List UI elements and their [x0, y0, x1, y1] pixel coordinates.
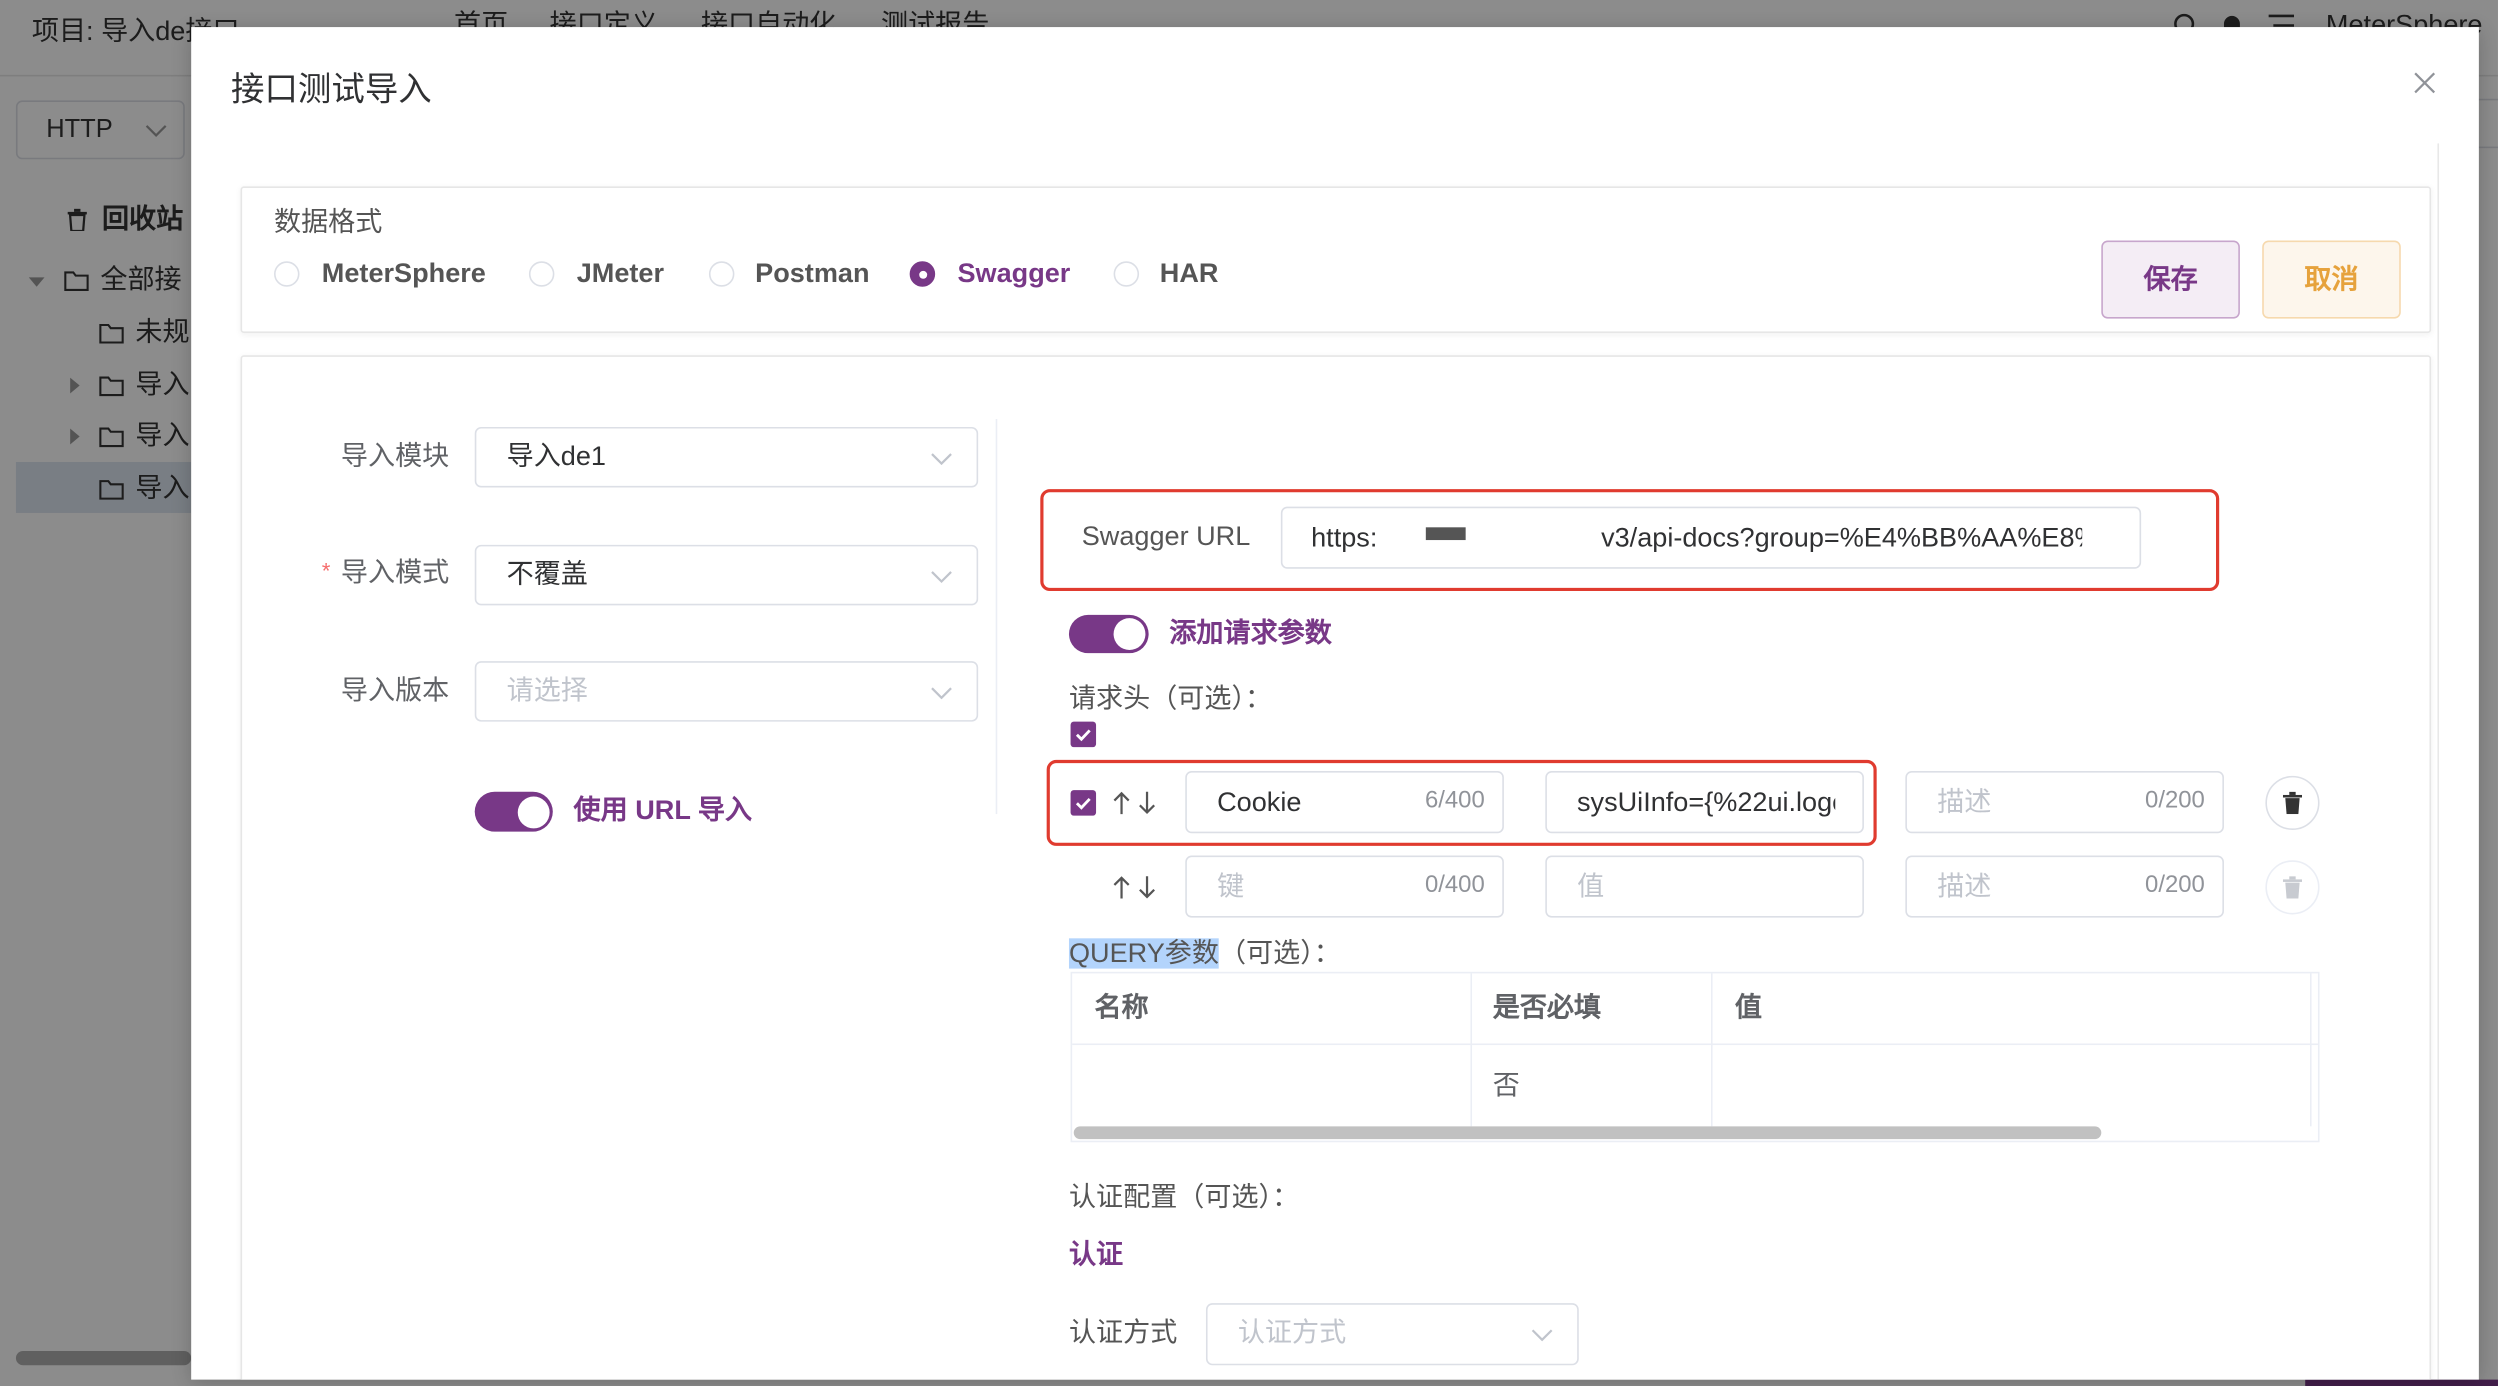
- toggle-knob: [1113, 618, 1146, 650]
- column-border: [2309, 973, 2312, 1127]
- version-select[interactable]: 请选择: [474, 661, 979, 722]
- check-icon: [1075, 797, 1091, 810]
- column-header-value: 值: [1734, 992, 1762, 1023]
- header-key-field-new[interactable]: 0/400: [1185, 855, 1504, 918]
- header-value-input[interactable]: [1545, 771, 1864, 834]
- chevron-down-icon: [931, 687, 952, 700]
- swagger-url-input[interactable]: https: v3/api-docs?group=%E4%BB%AA%E8%: [1280, 506, 2142, 569]
- header-key-field[interactable]: 6/400: [1185, 771, 1504, 834]
- radio-har[interactable]: [1113, 261, 1140, 287]
- redaction-block: [1425, 527, 1466, 541]
- header-key-count-new: 0/400: [1424, 871, 1485, 899]
- toggle-knob: [517, 795, 550, 828]
- dialog-body-scroll-edge: [2437, 143, 2440, 1380]
- radio-label-swagger[interactable]: Swagger: [957, 258, 1070, 290]
- query-label: QUERY参数（可选）：: [1068, 938, 1341, 970]
- header-desc-field[interactable]: 0/200: [1905, 771, 2224, 834]
- column-border: [1470, 973, 1473, 1127]
- version-label: 导入版本: [340, 675, 450, 706]
- header-row-checkbox[interactable]: [1070, 790, 1097, 816]
- query-label-rest: （可选）：: [1218, 938, 1341, 969]
- module-select-value: 导入de1: [506, 441, 606, 472]
- radio-postman[interactable]: [708, 261, 735, 287]
- module-select[interactable]: 导入de1: [474, 426, 979, 488]
- mode-select-value: 不覆盖: [506, 559, 588, 590]
- header-value-input-new[interactable]: [1545, 855, 1864, 918]
- radio-swagger[interactable]: [909, 261, 936, 287]
- url-import-toggle[interactable]: [474, 791, 553, 832]
- version-select-placeholder: 请选择: [506, 675, 588, 706]
- tab-auth[interactable]: 认证: [1069, 1239, 1123, 1271]
- settings-card: 导入模块 导入de1 * 导入模式 不覆盖 导入版本 请选择 使用 URL 导入: [240, 355, 2432, 1380]
- format-card: 数据格式 MeterSphere JMeter Postman Swagger …: [240, 186, 2432, 333]
- auth-label: 认证配置（可选）：: [1068, 1182, 1300, 1213]
- mode-label: 导入模式: [340, 557, 450, 588]
- import-dialog: 接口测试导入 数据格式 MeterSphere JMeter Postman S…: [191, 27, 2479, 1380]
- screen: 项目: 导入de接口 首页 接口定义 接口自动化 测试报告 MeterSpher…: [0, 0, 2498, 1386]
- header-key-count: 6/400: [1424, 786, 1485, 815]
- header-desc-field-new[interactable]: 0/200: [1905, 855, 2224, 918]
- swagger-url-suffix: v3/api-docs?group=%E4%BB%AA%E8%: [1601, 522, 2083, 553]
- column-divider: [995, 418, 998, 815]
- trash-icon: [2282, 876, 2303, 899]
- column-header-required: 是否必填: [1492, 992, 1602, 1023]
- cancel-button[interactable]: 取消: [2262, 240, 2401, 319]
- radio-jmeter[interactable]: [528, 261, 555, 287]
- trash-icon: [2282, 791, 2303, 815]
- table-header-border: [1072, 1043, 2318, 1046]
- url-import-label[interactable]: 使用 URL 导入: [574, 795, 753, 827]
- delete-header-button[interactable]: [2265, 775, 2320, 831]
- radio-label-har[interactable]: HAR: [1160, 258, 1219, 290]
- auth-method-select[interactable]: 认证方式: [1205, 1303, 1579, 1366]
- auth-method-placeholder: 认证方式: [1237, 1317, 1347, 1348]
- radio-label-jmeter[interactable]: JMeter: [577, 258, 664, 290]
- sort-arrows-icon[interactable]: [1112, 790, 1163, 815]
- header-desc-count-new: 0/200: [2145, 871, 2205, 899]
- swagger-url-label: Swagger URL: [1081, 520, 1251, 552]
- column-header-name: 名称: [1094, 992, 1149, 1023]
- query-table: 名称 是否必填 值 否: [1070, 971, 2320, 1143]
- required-mark: *: [321, 557, 331, 584]
- sort-arrows-icon[interactable]: [1112, 875, 1163, 900]
- chevron-down-icon: [931, 453, 952, 466]
- radio-label-postman[interactable]: Postman: [755, 258, 869, 290]
- header-value-field[interactable]: [1545, 771, 1864, 834]
- chevron-down-icon: [931, 571, 952, 584]
- format-label: 数据格式: [274, 207, 383, 238]
- module-label: 导入模块: [340, 441, 450, 472]
- header-desc-count: 0/200: [2145, 786, 2205, 815]
- column-border: [1710, 973, 1713, 1127]
- check-icon: [1075, 729, 1091, 742]
- auth-method-label: 认证方式: [1068, 1317, 1178, 1348]
- table-horizontal-scrollbar[interactable]: [1073, 1126, 2102, 1140]
- headers-label: 请求头（可选）：: [1068, 683, 1273, 714]
- add-params-label[interactable]: 添加请求参数: [1169, 618, 1331, 650]
- dialog-title: 接口测试导入: [230, 71, 432, 109]
- header-value-field-new[interactable]: [1545, 855, 1864, 918]
- headers-select-all-checkbox[interactable]: [1070, 721, 1097, 748]
- radio-meterspere[interactable]: [274, 261, 300, 287]
- mode-select[interactable]: 不覆盖: [474, 544, 979, 606]
- radio-label-meterspere[interactable]: MeterSphere: [322, 258, 486, 290]
- delete-header-button-disabled[interactable]: [2265, 860, 2320, 915]
- swagger-url-prefix: https:: [1311, 522, 1378, 553]
- save-button[interactable]: 保存: [2101, 240, 2240, 319]
- table-cell-required[interactable]: 否: [1493, 1071, 1520, 1103]
- close-icon[interactable]: [2414, 72, 2436, 94]
- chevron-down-icon: [1531, 1329, 1553, 1342]
- query-label-selected: QUERY参数: [1068, 938, 1219, 969]
- add-params-toggle[interactable]: [1068, 614, 1149, 654]
